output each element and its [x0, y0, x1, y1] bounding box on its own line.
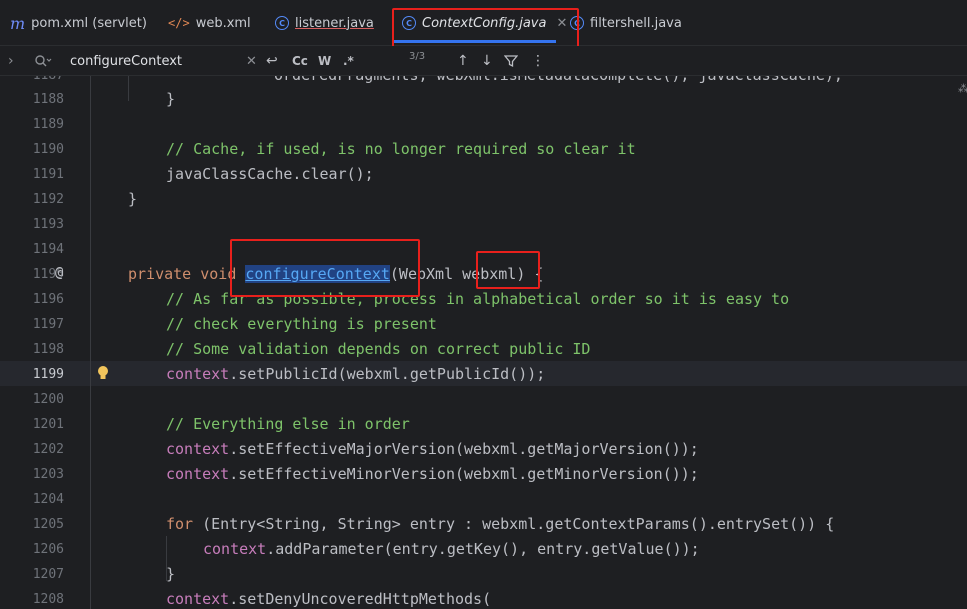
indent-guide: [128, 76, 129, 101]
code-line-1206: context.addParameter(entry.getKey(), ent…: [203, 540, 700, 558]
keyword: private void: [128, 265, 246, 283]
next-match-icon[interactable]: ↓: [481, 46, 493, 76]
line-number: 1196: [32, 292, 64, 307]
line-number: 1207: [32, 567, 64, 582]
code-line-1188: }: [166, 90, 176, 108]
lightbulb-icon[interactable]: [97, 365, 109, 385]
line-number: 1192: [32, 192, 64, 207]
line-number: 1205: [32, 517, 64, 532]
match-count: 3/3: [409, 50, 426, 62]
line-number: 1198: [32, 342, 64, 357]
indent-guide: [90, 76, 91, 609]
line-number: 1202: [32, 442, 64, 457]
clear-search-icon[interactable]: ✕: [246, 46, 257, 76]
code-text: .setEffectiveMajorVersion(webxml.getMajo…: [229, 440, 699, 458]
match-case-toggle[interactable]: Cc: [292, 46, 308, 76]
line-number: 1187: [0, 76, 64, 83]
line-number: 1208: [32, 592, 64, 607]
line-number: 1190: [32, 142, 64, 157]
code-line-1187: orderedFragments, webXml.isMetadataCompl…: [274, 76, 843, 84]
code-line-1201: // Everything else in order: [166, 415, 410, 433]
more-options-icon[interactable]: ⋮: [531, 46, 545, 76]
field-ref: context: [166, 365, 230, 383]
annotation-box-param: [476, 251, 540, 289]
line-number: 1199: [32, 367, 64, 382]
line-number: 1194: [32, 242, 64, 257]
code-line-1202: context.setEffectiveMajorVersion(webxml.…: [166, 440, 699, 458]
code-text: .setDenyUncoveredHttpMethods(: [229, 590, 492, 608]
line-number: 1193: [32, 217, 64, 232]
xml-file-icon: </>: [168, 16, 190, 30]
code-line-1190: // Cache, if used, is no longer required…: [166, 140, 636, 158]
tab-filtershell-java[interactable]: C filtershell.java: [570, 0, 682, 46]
annotation-box-method: [230, 239, 420, 297]
tab-pom-xml[interactable]: m pom.xml (servlet): [10, 0, 147, 46]
code-line-1205: for (Entry<String, String> entry : webxm…: [166, 515, 834, 533]
inspection-widget-icon[interactable]: ⁂: [958, 82, 967, 95]
search-input[interactable]: configureContext: [70, 46, 182, 76]
previous-match-icon[interactable]: ↑: [457, 46, 469, 76]
keyword: for: [166, 515, 194, 533]
tab-label: web.xml: [195, 15, 251, 31]
override-gutter-icon[interactable]: @: [55, 265, 63, 281]
whole-word-toggle[interactable]: W: [318, 46, 331, 76]
filter-icon[interactable]: [504, 46, 518, 76]
code-line-1197: // check everything is present: [166, 315, 437, 333]
line-number: 1188: [32, 92, 64, 107]
code-text: .setPublicId(webxml.getPublicId());: [229, 365, 546, 383]
tab-label: listener.java: [295, 15, 374, 31]
expand-chevron-icon[interactable]: ›: [8, 46, 14, 76]
find-bar: › configureContext ✕ ↩ Cc W .* 3/3 ↑ ↓ ⋮: [0, 46, 967, 76]
code-line-1207: }: [166, 565, 176, 583]
field-ref: context: [203, 540, 267, 558]
regex-toggle[interactable]: .*: [343, 46, 354, 76]
code-text: .setEffectiveMinorVersion(webxml.getMino…: [229, 465, 699, 483]
code-line-1191: javaClassCache.clear();: [166, 165, 374, 183]
line-number: 1189: [32, 117, 64, 132]
code-line-1192: }: [128, 190, 138, 208]
line-number: 1204: [32, 492, 64, 507]
code-line-1198: // Some validation depends on correct pu…: [166, 340, 591, 358]
tab-web-xml[interactable]: </> web.xml: [168, 0, 251, 46]
tab-label: pom.xml (servlet): [31, 15, 147, 31]
line-number: 1191: [32, 167, 64, 182]
field-ref: context: [166, 590, 230, 608]
search-icon[interactable]: [34, 46, 52, 76]
line-number: 1200: [32, 392, 64, 407]
field-ref: context: [166, 465, 230, 483]
tab-listener-java[interactable]: C listener.java: [275, 0, 374, 46]
code-line-1208: context.setDenyUncoveredHttpMethods(: [166, 590, 491, 608]
line-number: 1203: [32, 467, 64, 482]
code-text: (Entry<String, String> entry : webxml.ge…: [193, 515, 835, 533]
line-number: 1197: [32, 317, 64, 332]
field-ref: context: [166, 440, 230, 458]
line-number: 1206: [32, 542, 64, 557]
code-line-1199: context.setPublicId(webxml.getPublicId()…: [166, 365, 545, 383]
maven-file-icon: m: [10, 13, 26, 33]
tab-label: filtershell.java: [590, 15, 682, 31]
code-line-1203: context.setEffectiveMinorVersion(webxml.…: [166, 465, 699, 483]
new-line-icon[interactable]: ↩: [266, 46, 278, 76]
code-text: .addParameter(entry.getKey(), entry.getV…: [266, 540, 700, 558]
code-editor[interactable]: 1187 1188 1189 1190 1191 1192 1193 1194 …: [0, 76, 967, 609]
line-number: 1201: [32, 417, 64, 432]
java-class-icon: C: [275, 16, 289, 30]
